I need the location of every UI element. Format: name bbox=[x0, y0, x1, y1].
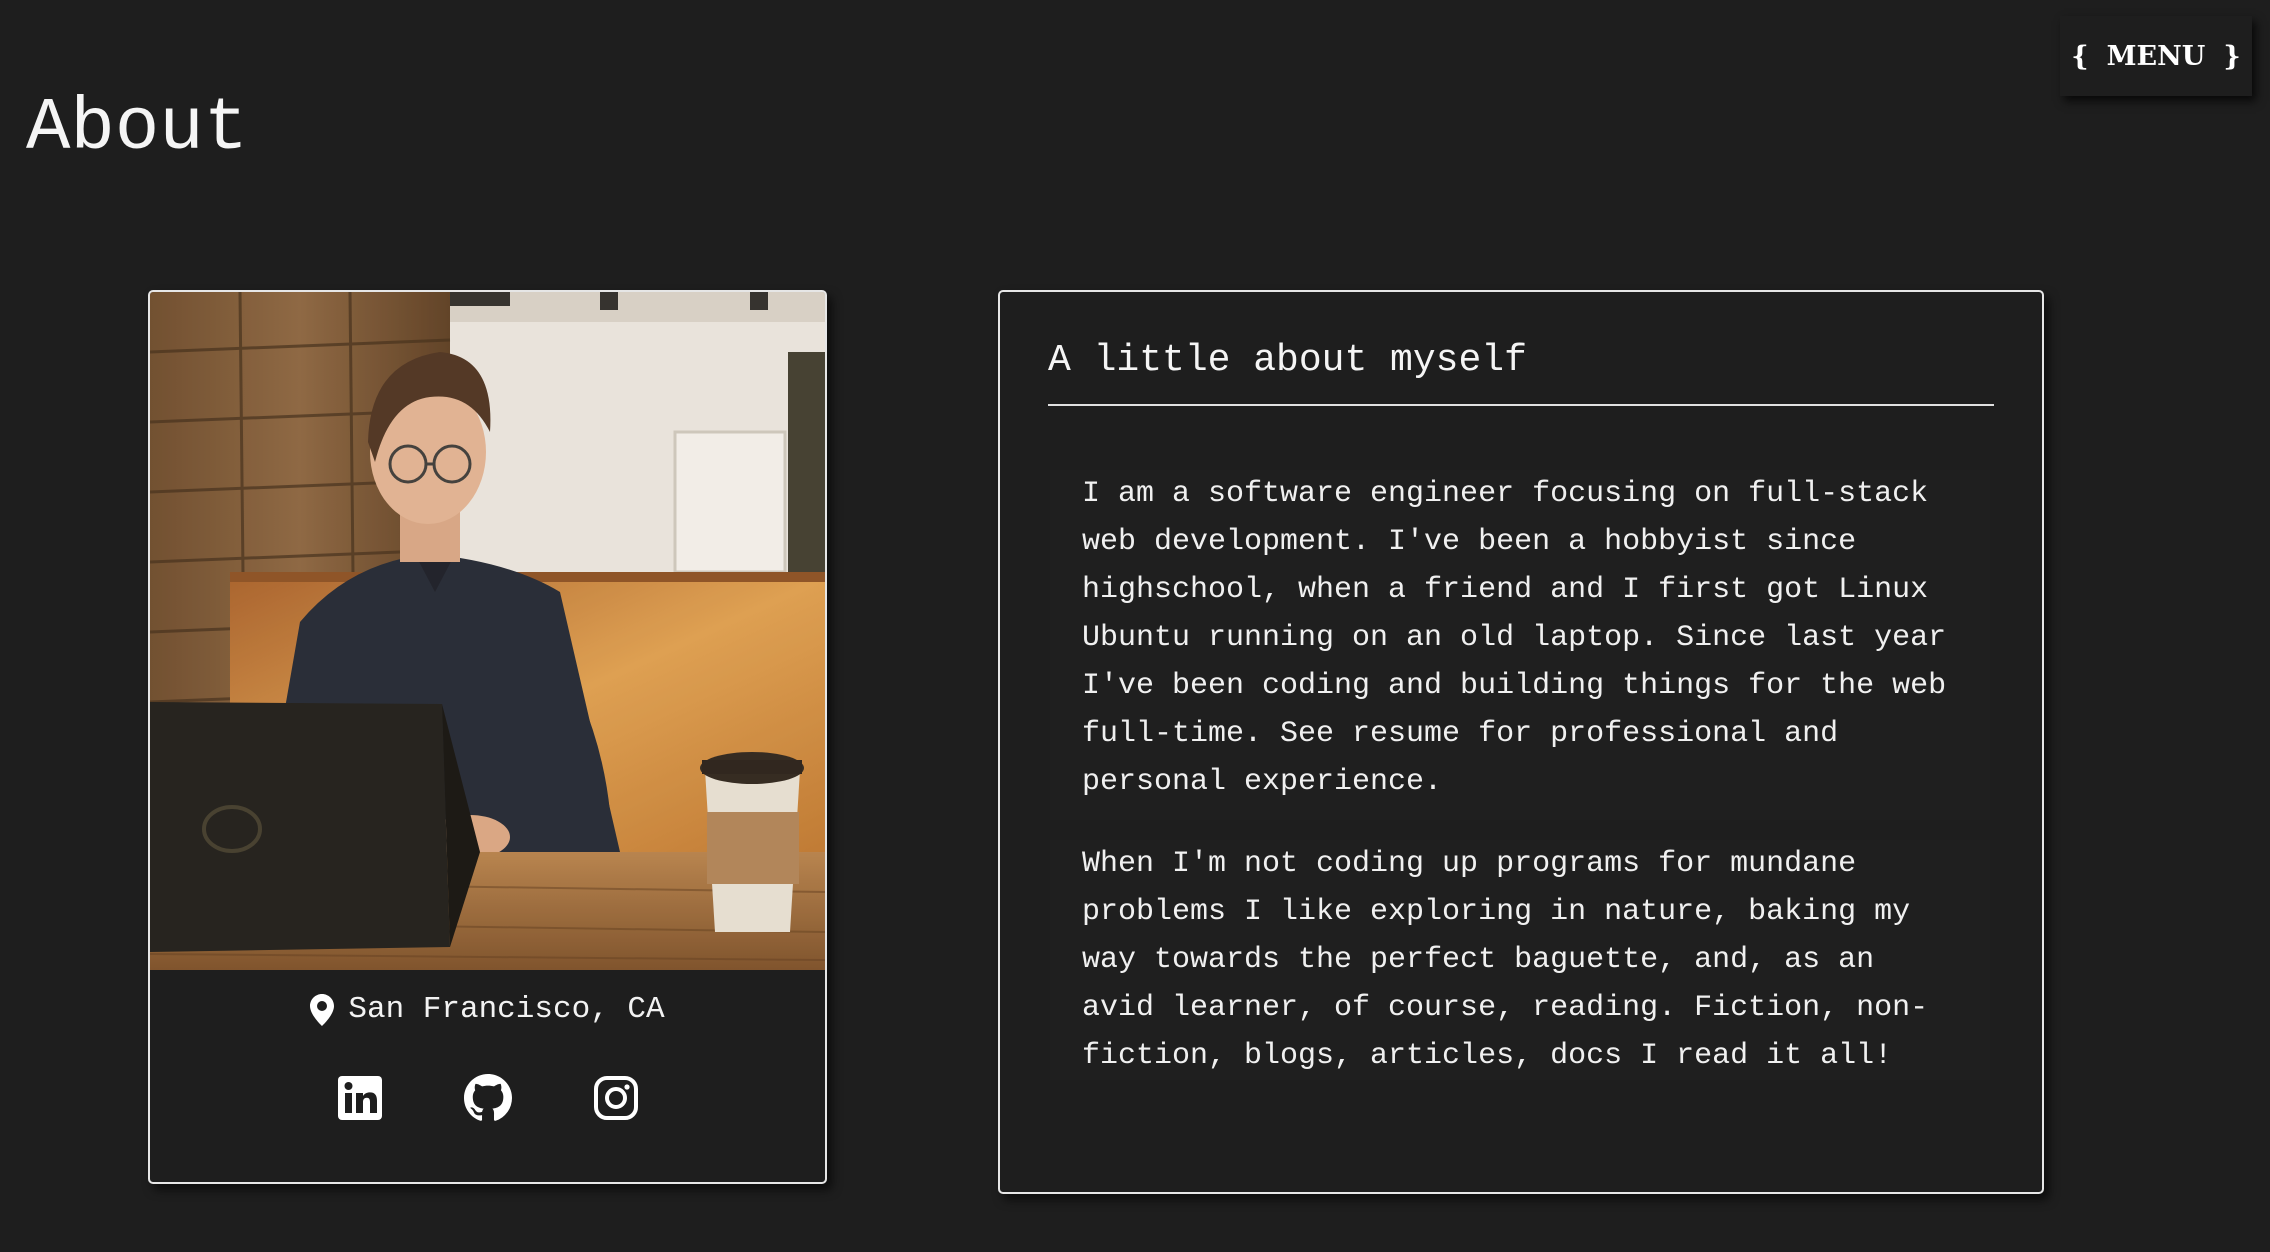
menu-open-brace: { bbox=[2071, 40, 2089, 72]
linkedin-icon[interactable] bbox=[336, 1074, 384, 1122]
about-heading: A little about myself bbox=[1048, 339, 1527, 382]
about-card: A little about myself I am a software en… bbox=[998, 290, 2044, 1194]
location: San Francisco, CA bbox=[150, 992, 825, 1027]
page-title: About bbox=[26, 87, 249, 171]
about-paragraph-1: I am a software engineer focusing on ful… bbox=[1050, 470, 1990, 820]
heading-divider bbox=[1048, 404, 1994, 406]
location-label: San Francisco, CA bbox=[348, 992, 665, 1027]
about-paragraph-2: When I'm not coding up programs for mund… bbox=[1050, 840, 1990, 1080]
social-links bbox=[150, 1074, 825, 1122]
menu-button[interactable]: { MENU } bbox=[2060, 16, 2252, 96]
github-icon[interactable] bbox=[463, 1074, 512, 1122]
map-pin-icon bbox=[310, 993, 335, 1026]
profile-photo bbox=[150, 292, 825, 970]
menu-close-brace: } bbox=[2223, 40, 2241, 72]
menu-label: MENU bbox=[2106, 40, 2206, 72]
instagram-icon[interactable] bbox=[592, 1074, 640, 1122]
profile-card: San Francisco, CA bbox=[148, 290, 827, 1184]
